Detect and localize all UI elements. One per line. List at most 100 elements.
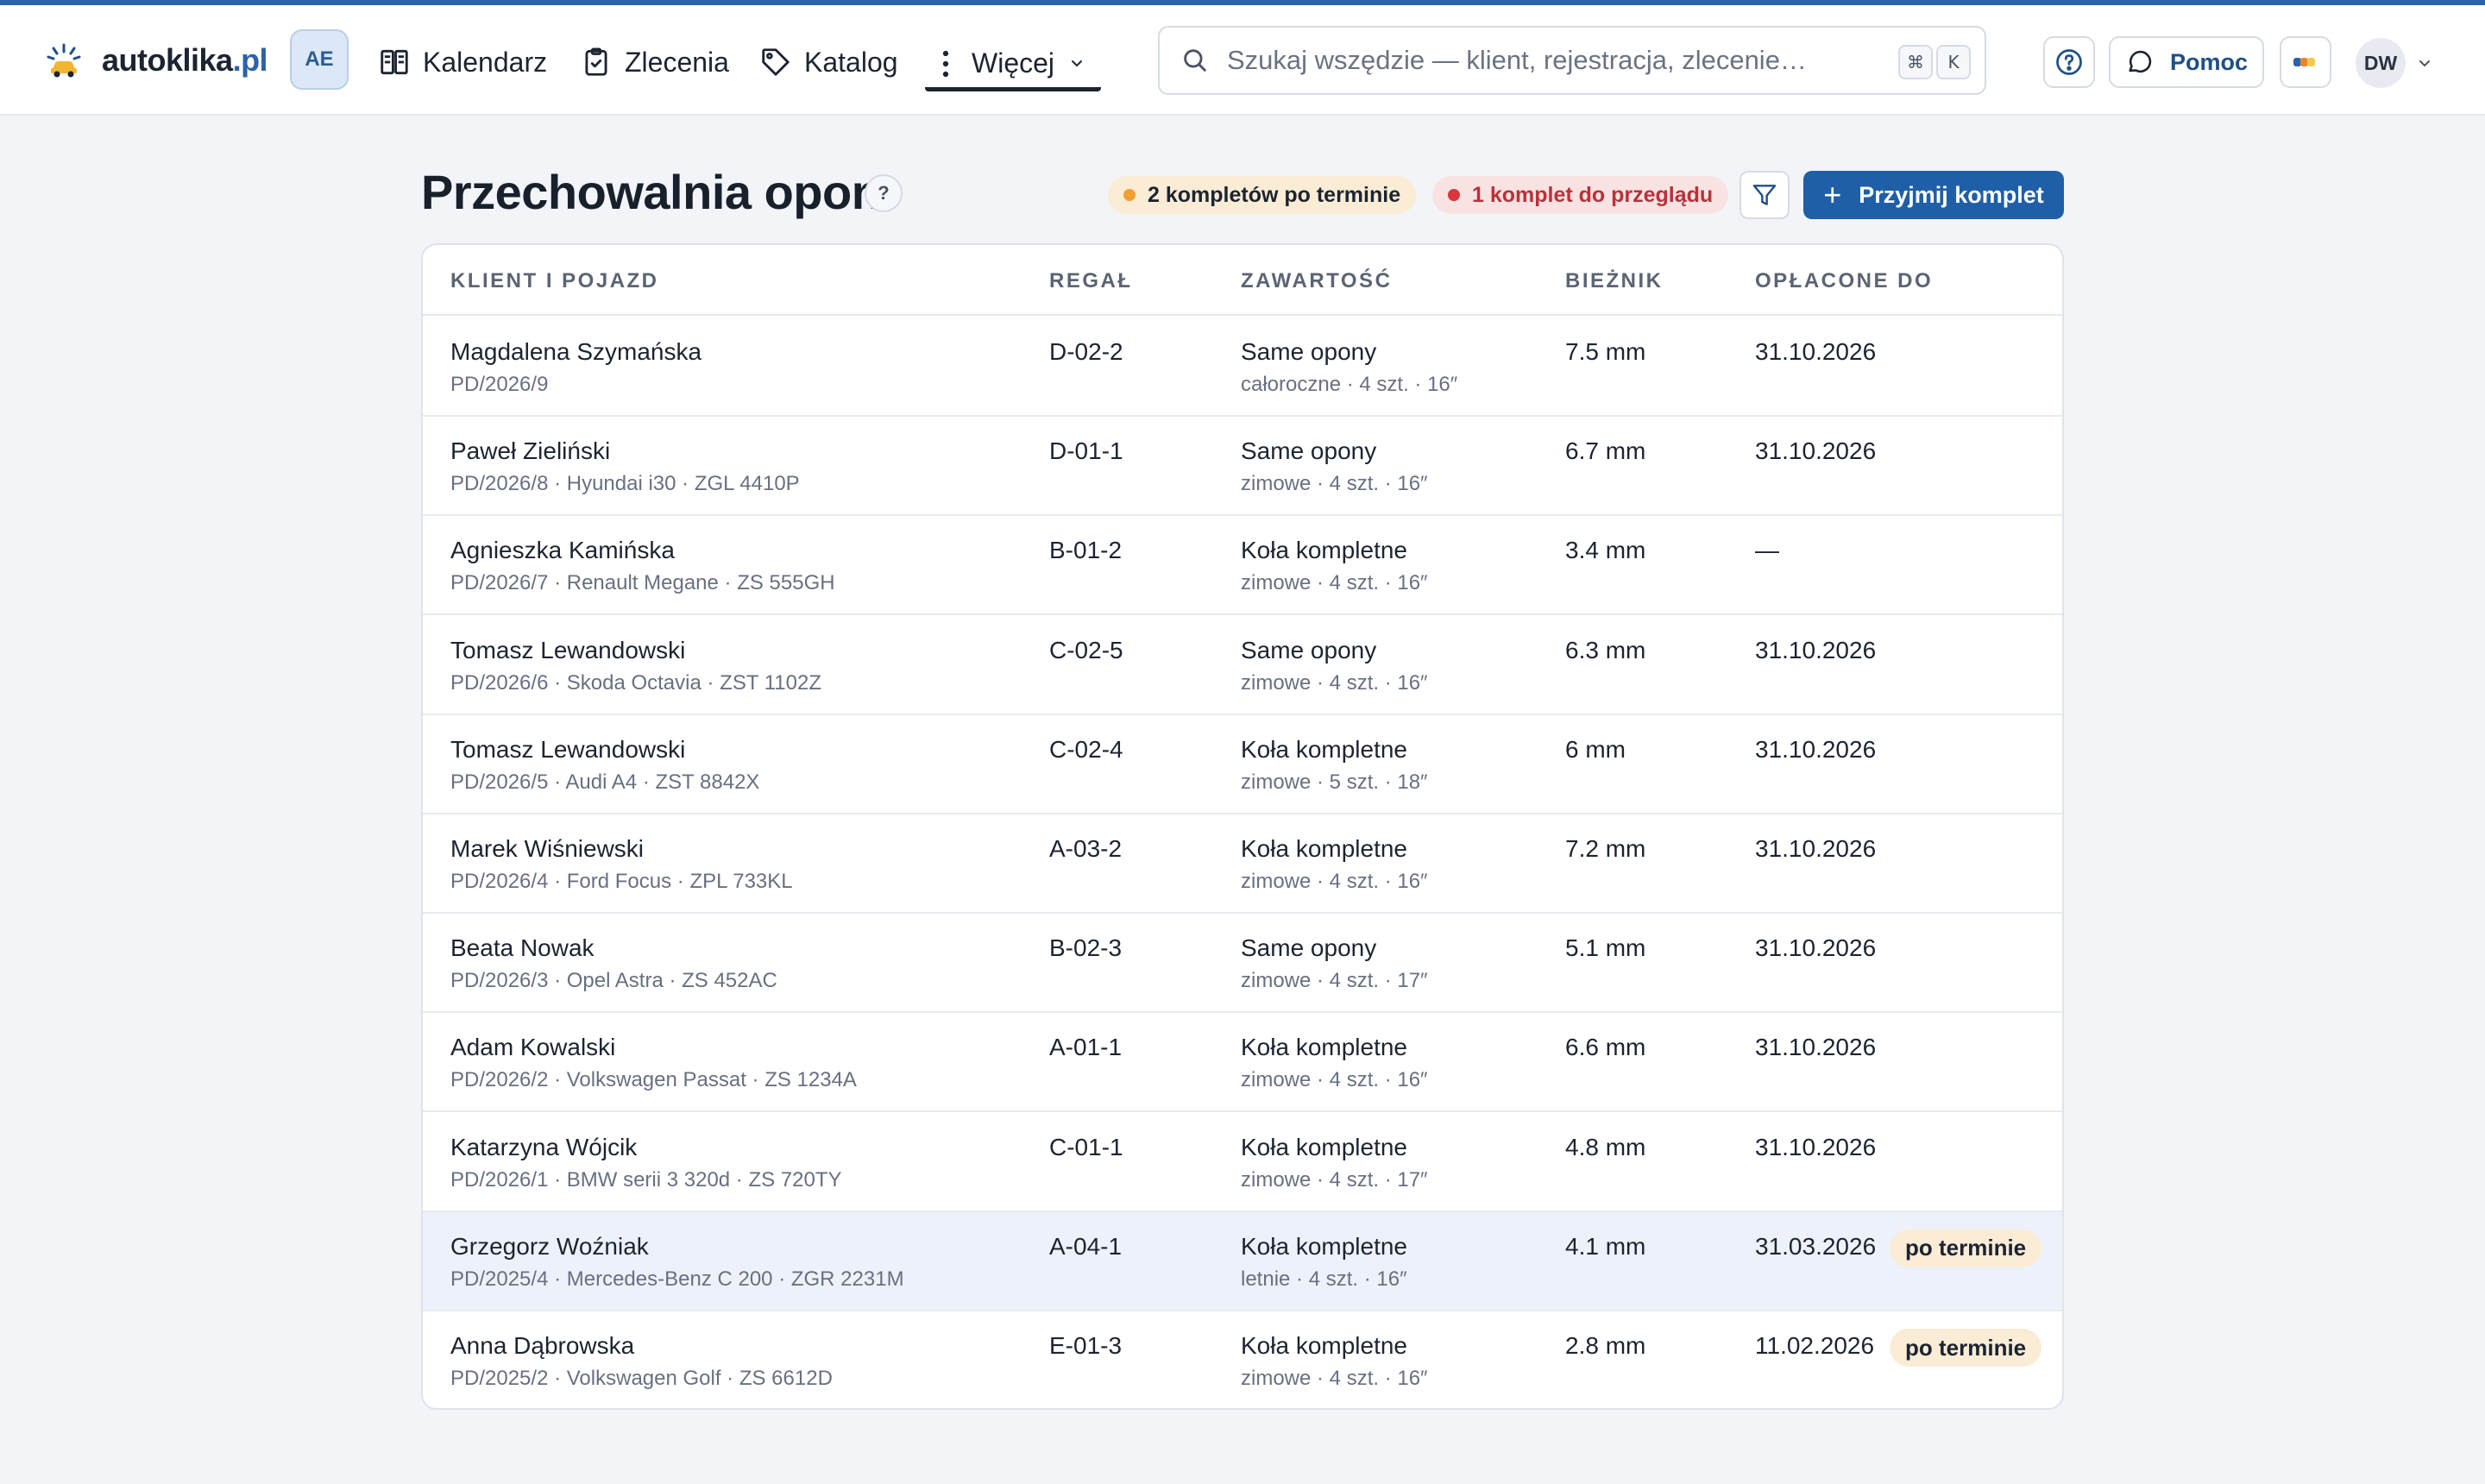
global-search[interactable]: ⌘ K (1158, 26, 1986, 95)
chevron-down-icon[interactable] (2416, 55, 2433, 72)
column-header-content[interactable]: ZAWARTOŚĆ (1241, 269, 1392, 293)
danger-dot-icon (1448, 189, 1460, 201)
app-switcher-button[interactable] (2280, 36, 2331, 88)
content-details: zimowe · 4 szt. · 16″ (1241, 870, 1428, 893)
pomoc-label: Pomoc (2169, 48, 2249, 75)
tread-depth: 6.6 mm (1565, 1034, 1646, 1061)
client-name: Tomasz Lewandowski (450, 636, 686, 663)
nav-katalog-label: Katalog (804, 46, 898, 78)
client-name: Beata Nowak (450, 934, 595, 962)
rack-location: A-01-1 (1049, 1034, 1123, 1061)
paid-until: 31.10.2026 (1755, 735, 1877, 763)
tread-depth: 6.3 mm (1565, 636, 1646, 663)
table-row[interactable]: Tomasz Lewandowski PD/2026/5 · Audi A4 · … (423, 715, 2062, 814)
client-name: Anna Dąbrowska (450, 1332, 635, 1359)
column-header-tread[interactable]: BIEŻNIK (1565, 269, 1664, 293)
review-alert-label: 1 komplet do przeglądu (1472, 182, 1714, 207)
client-vehicle: PD/2026/8 · Hyundai i30 · ZGL 4410P (450, 472, 800, 496)
rack-location: D-02-2 (1049, 338, 1123, 365)
client-name: Katarzyna Wójcik (450, 1133, 638, 1160)
rack-location: C-02-5 (1049, 636, 1123, 663)
review-alert-pill[interactable]: 1 komplet do przeglądu (1432, 176, 1729, 214)
content-type: Koła kompletne (1241, 835, 1408, 862)
table-row[interactable]: Paweł Zieliński PD/2026/8 · Hyundai i30 ·… (423, 417, 2062, 517)
table-row[interactable]: Grzegorz Woźniak PD/2025/4 · Mercedes-Ben… (423, 1211, 2062, 1311)
table-row[interactable]: Agnieszka Kamińska PD/2026/7 · Renault Me… (423, 516, 2062, 616)
accept-set-label: Przyjmij komplet (1859, 181, 2044, 208)
client-vehicle: PD/2026/6 · Skoda Octavia · ZST 1102Z (450, 670, 821, 695)
content-type: Koła kompletne (1241, 735, 1408, 763)
nav-wiecej[interactable]: Więcej (925, 40, 1101, 91)
table-row[interactable]: Marek Wiśniewski PD/2026/4 · Ford Focus ·… (423, 814, 2062, 914)
client-vehicle: PD/2025/2 · Volkswagen Golf · ZS 6612D (450, 1367, 833, 1390)
page-title: Przechowalnia opon (421, 165, 881, 219)
workspace-badge[interactable]: AE (290, 29, 349, 90)
paid-until: 31.10.2026 (1755, 636, 1877, 663)
nav-wiecej-label: Więcej (972, 47, 1055, 79)
nav-katalog[interactable]: Katalog (759, 43, 898, 81)
more-vertical-icon (942, 50, 949, 77)
column-header-client[interactable]: KLIENT I POJAZD (450, 269, 659, 293)
search-input[interactable] (1227, 45, 1900, 76)
rack-location: A-04-1 (1049, 1232, 1123, 1260)
warning-dot-icon (1123, 189, 1136, 201)
content-type: Koła kompletne (1241, 1133, 1408, 1160)
rack-location: B-02-3 (1049, 934, 1123, 962)
client-vehicle: PD/2026/9 (450, 373, 549, 396)
paid-until: — (1755, 537, 1779, 564)
table-row[interactable]: Anna Dąbrowska PD/2025/2 · Volkswagen Gol… (423, 1311, 2062, 1408)
client-name: Paweł Zieliński (450, 437, 611, 465)
rack-location: B-01-2 (1049, 537, 1123, 564)
brand-logo[interactable]: autoklika.pl (45, 40, 268, 81)
tread-depth: 7.2 mm (1565, 835, 1646, 862)
search-icon (1184, 49, 1206, 72)
shortcut-key-k: K (1936, 45, 1971, 79)
clipboard-check-icon (585, 47, 607, 76)
book-open-icon (381, 49, 408, 75)
tread-depth: 5.1 mm (1565, 934, 1646, 962)
client-vehicle: PD/2026/4 · Ford Focus · ZPL 733KL (450, 870, 793, 893)
overdue-alert-pill[interactable]: 2 kompletów po terminie (1108, 176, 1417, 214)
table-row[interactable]: Adam Kowalski PD/2026/2 · Volkswagen Pass… (423, 1013, 2062, 1113)
client-name: Marek Wiśniewski (450, 835, 645, 862)
filter-button[interactable] (1740, 171, 1790, 219)
shortcut-key-cmd: ⌘ (1898, 45, 1933, 79)
rack-location: A-03-2 (1049, 835, 1123, 862)
table-row[interactable]: Tomasz Lewandowski PD/2026/6 · Skoda Octa… (423, 616, 2062, 715)
tag-icon (762, 48, 790, 76)
paid-until: 11.02.2026 (1755, 1332, 1875, 1359)
content-type: Koła kompletne (1241, 537, 1408, 564)
rack-location: D-01-1 (1049, 437, 1123, 465)
help-center-button[interactable] (2043, 36, 2095, 88)
table-row[interactable]: Beata Nowak PD/2026/3 · Opel Astra · ZS 4… (423, 914, 2062, 1014)
nav-zlecenia[interactable]: Zlecenia (580, 43, 729, 81)
table-header: KLIENT I POJAZD REGAŁ ZAWARTOŚĆ BIEŻNIK … (423, 245, 2062, 316)
client-name: Magdalena Szymańska (450, 338, 702, 365)
page-help-button[interactable]: ? (865, 174, 903, 212)
table-row[interactable]: Magdalena Szymańska PD/2026/9 D-02-2 Same o… (423, 318, 2062, 417)
top-navigation-bar: autoklika.pl AE Kalendarz Zlecenia Katal… (0, 5, 2485, 116)
table-row[interactable]: Katarzyna Wójcik PD/2026/1 · BMW serii 3 … (423, 1113, 2062, 1212)
client-name: Grzegorz Woźniak (450, 1232, 649, 1260)
pomoc-button[interactable]: Pomoc (2109, 36, 2264, 88)
accept-set-button[interactable]: + Przyjmij komplet (1803, 171, 2064, 219)
paid-until: 31.10.2026 (1755, 1133, 1877, 1160)
content-details: zimowe · 4 szt. · 16″ (1241, 1068, 1428, 1092)
user-avatar[interactable]: DW (2356, 38, 2406, 88)
nav-kalendarz-label: Kalendarz (423, 46, 548, 78)
content-details: zimowe · 4 szt. · 16″ (1241, 1367, 1428, 1390)
content-details: zimowe · 4 szt. · 16″ (1241, 571, 1428, 595)
paid-until: 31.10.2026 (1755, 835, 1877, 862)
content-type: Koła kompletne (1241, 1332, 1408, 1359)
rack-location: C-02-4 (1049, 735, 1123, 763)
column-header-rack[interactable]: REGAŁ (1049, 269, 1133, 293)
client-vehicle: PD/2026/1 · BMW serii 3 320d · ZS 720TY (450, 1167, 842, 1192)
column-header-paid-until[interactable]: OPŁACONE DO (1755, 269, 1933, 293)
tread-depth: 3.4 mm (1565, 537, 1646, 564)
paid-until: 31.10.2026 (1755, 437, 1877, 465)
rack-location: C-01-1 (1049, 1133, 1123, 1160)
client-vehicle: PD/2026/7 · Renault Megane · ZS 555GH (450, 571, 835, 595)
content-details: zimowe · 4 szt. · 17″ (1241, 1167, 1428, 1192)
tread-depth: 4.1 mm (1565, 1232, 1646, 1260)
nav-kalendarz[interactable]: Kalendarz (378, 43, 547, 81)
